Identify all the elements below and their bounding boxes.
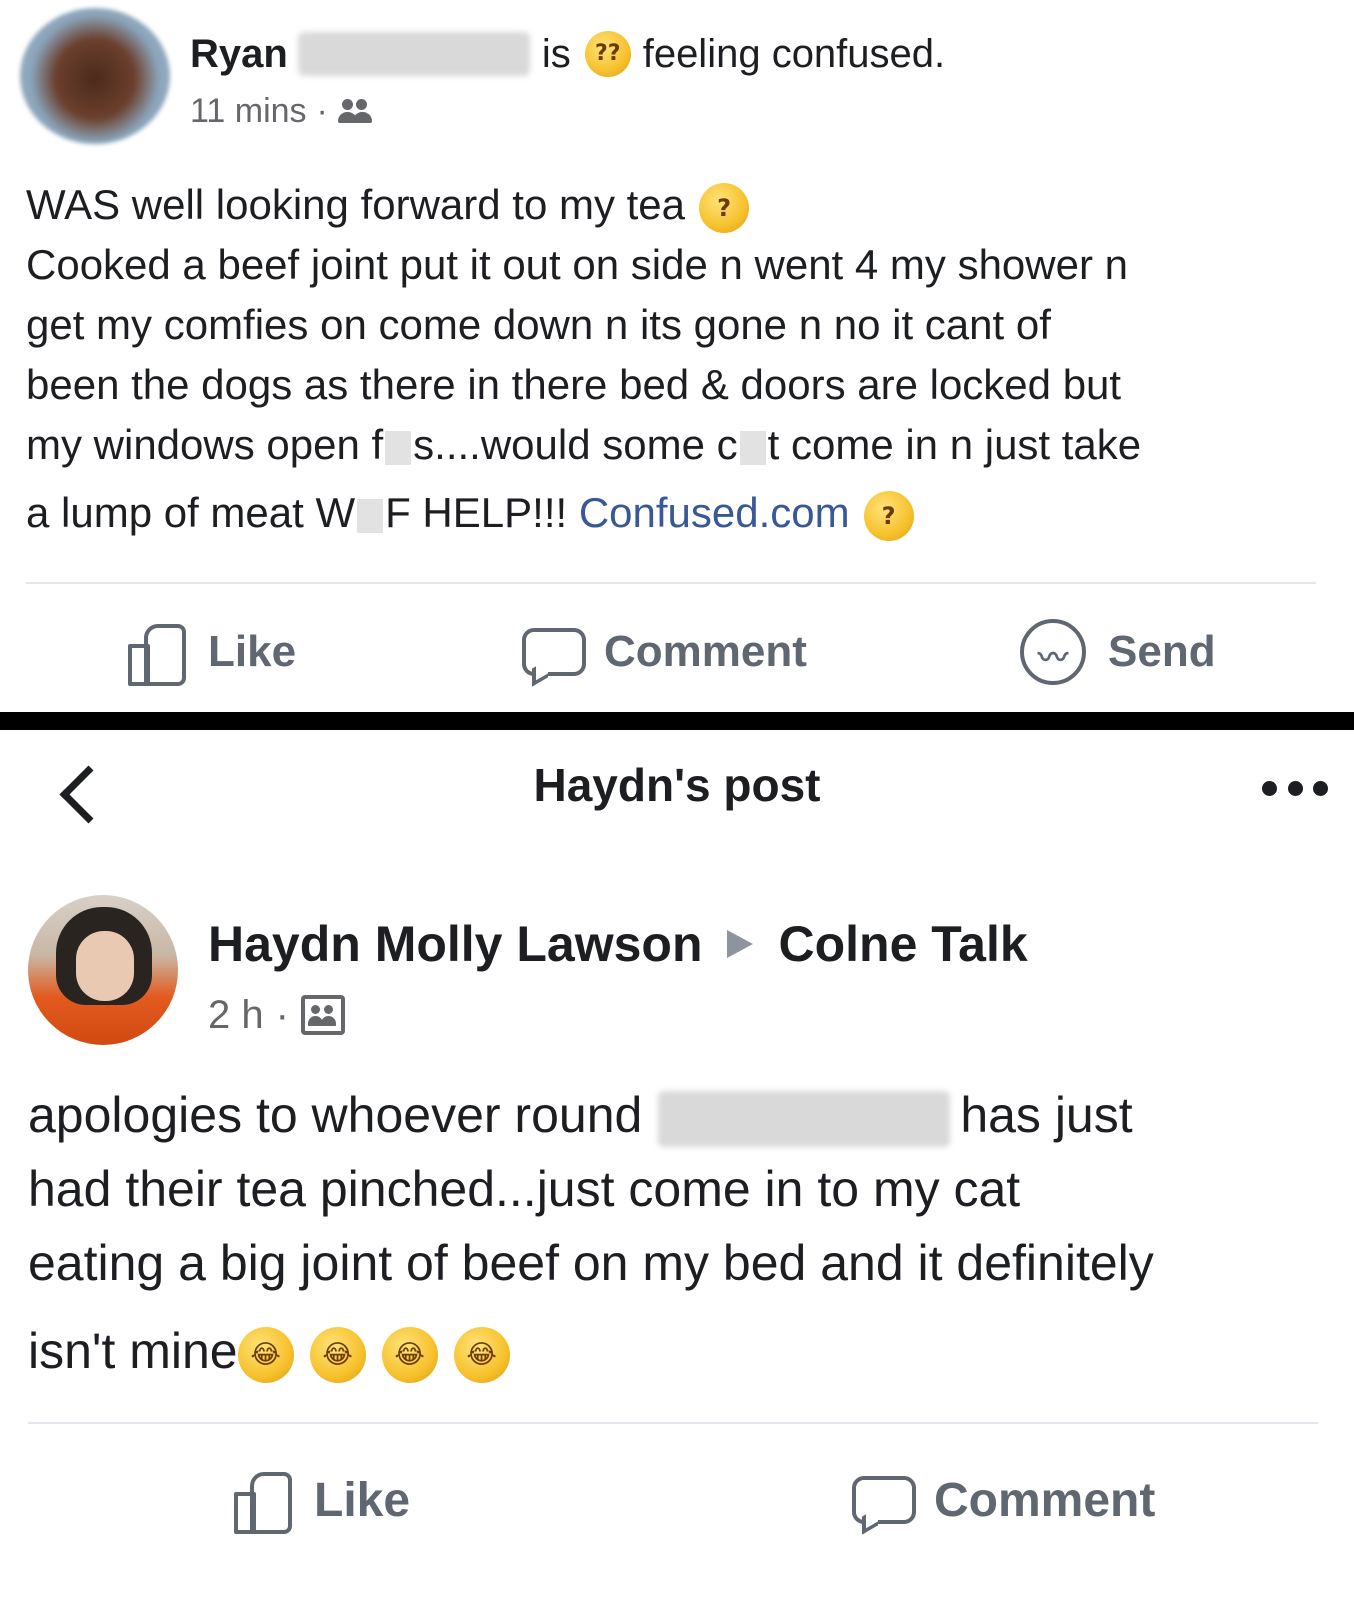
thumbs-up-icon (232, 1472, 292, 1534)
author-name[interactable]: Ryan (190, 32, 288, 77)
censor-block (357, 498, 384, 533)
body-text: has just (960, 1087, 1133, 1143)
activity-verb: is (541, 31, 571, 76)
body-line: been the dogs as there in there bed & do… (26, 361, 1122, 408)
post-meta: 11 mins · (190, 92, 374, 130)
comment-label: Comment (604, 627, 807, 676)
comment-button[interactable]: Comment (850, 1460, 1155, 1540)
body-text: my windows open f (26, 421, 384, 468)
post-meta: 2 h · (208, 992, 345, 1038)
divider (28, 1422, 1318, 1424)
page-title: Haydn's post (533, 759, 821, 811)
body-line: WAS well looking forward to my tea? (26, 175, 1326, 235)
image-separator-bar (0, 712, 1354, 730)
body-line: isn't mine 😂 😂 😂 😂 (28, 1314, 1348, 1388)
send-button[interactable]: Send (1020, 612, 1216, 692)
messenger-icon (1020, 619, 1086, 685)
censor-block (385, 430, 412, 465)
body-text: s....would some c (413, 421, 738, 468)
action-bar: Like Comment (0, 1460, 1354, 1540)
body-line: Cooked a beef joint put it out on side n… (26, 241, 1128, 288)
censor-block (739, 430, 766, 465)
laughing-emoji-icon: 😂 (381, 1326, 438, 1383)
laughing-emoji-icon: 😂 (237, 1326, 294, 1383)
author-name[interactable]: Haydn Molly Lawson (208, 915, 703, 973)
send-label: Send (1108, 627, 1216, 676)
feeling-text: feeling confused. (642, 31, 946, 76)
timestamp[interactable]: 2 h (208, 993, 264, 1038)
meta-separator: · (275, 992, 289, 1037)
confused-emoji-icon: ?? (584, 31, 631, 77)
group-audience-icon[interactable] (300, 995, 345, 1035)
friends-audience-icon[interactable] (337, 97, 374, 125)
divider (26, 582, 1316, 584)
redacted-location (658, 1090, 951, 1147)
comment-bubble-icon (850, 1472, 916, 1528)
like-label: Like (314, 1473, 411, 1527)
body-line: a lump of meat W F HELP!!! Confused.com? (26, 483, 1326, 543)
laughing-emoji-icon: 😂 (453, 1326, 510, 1383)
like-label: Like (208, 627, 297, 676)
like-button[interactable]: Like (232, 1460, 410, 1540)
laughing-emoji-icon: 😂 (309, 1326, 366, 1383)
body-text: isn't mine (28, 1323, 238, 1379)
post-ryan: Ryan is ?? feeling confused. 11 mins · W… (0, 0, 1354, 722)
thinking-emoji-icon: ? (699, 182, 750, 233)
post-header: Ryan is ?? feeling confused. (190, 28, 945, 80)
avatar[interactable] (20, 8, 170, 144)
avatar[interactable] (28, 895, 178, 1045)
timestamp[interactable]: 11 mins (190, 92, 307, 131)
body-text: apologies to whoever round (28, 1087, 643, 1143)
body-line: get my comfies on come down n its gone n… (26, 301, 1051, 348)
triangle-right-icon (726, 930, 753, 958)
more-options-icon[interactable] (1262, 776, 1328, 800)
post-haydn: Haydn's post Haydn Molly Lawson Colne Ta… (0, 730, 1354, 1600)
post-body: apologies to whoever round has just had t… (28, 1078, 1348, 1388)
body-line: my windows open f s....would some c t come… (26, 415, 1326, 475)
confused-com-link[interactable]: Confused.com (579, 489, 850, 536)
body-text: F HELP!!! (385, 489, 579, 536)
body-text: t come in n just take (767, 421, 1142, 468)
redacted-surname (297, 32, 530, 76)
meta-separator: · (316, 91, 328, 130)
comment-button[interactable]: Comment (520, 612, 807, 692)
body-text: a lump of meat W (26, 489, 356, 536)
group-name[interactable]: Colne Talk (779, 915, 1028, 973)
like-button[interactable]: Like (126, 612, 296, 692)
body-line: had their tea pinched...just come in to … (28, 1161, 1021, 1217)
post-header: Haydn Molly Lawson Colne Talk (208, 912, 1028, 976)
body-line: apologies to whoever round has just (28, 1078, 1348, 1152)
body-line: eating a big joint of beef on my bed and… (28, 1235, 1154, 1291)
comment-label: Comment (934, 1473, 1156, 1527)
thumbs-up-icon (126, 624, 186, 686)
comment-bubble-icon (520, 624, 586, 680)
action-bar: Like Comment Send (0, 612, 1354, 692)
thinking-emoji-icon: ? (863, 490, 914, 541)
post-body: WAS well looking forward to my tea? Cook… (26, 175, 1326, 543)
body-text: WAS well looking forward to my tea (26, 181, 686, 228)
